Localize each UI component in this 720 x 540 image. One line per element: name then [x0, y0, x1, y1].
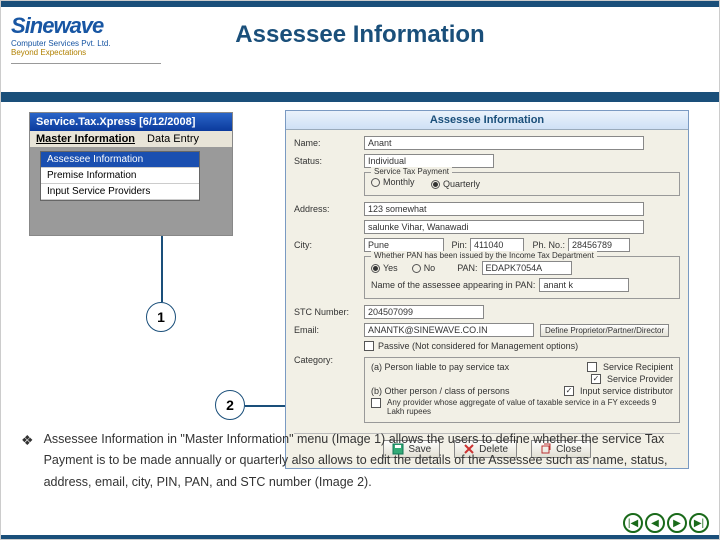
nav-next-button[interactable]: ▶: [667, 513, 687, 533]
address2-field[interactable]: salunke Vihar, Wanawadi: [364, 220, 644, 234]
label-service-provider: Service Provider: [607, 374, 673, 384]
stc-field[interactable]: 204507099: [364, 305, 484, 319]
checkbox-service-recipient[interactable]: [587, 362, 597, 372]
callout-line-1: [161, 236, 163, 302]
assessee-info-dialog: Assessee Information Name: Anant Status:…: [285, 110, 689, 469]
callout-1: 1: [146, 302, 176, 332]
bullet-icon: ❖: [21, 429, 34, 493]
legend-pan: Whether PAN has been issued by the Incom…: [371, 251, 597, 260]
nav-last-button[interactable]: ▶|: [689, 513, 709, 533]
callout-line-2: [245, 405, 285, 407]
slide-nav: |◀ ◀ ▶ ▶|: [623, 513, 709, 533]
email-field[interactable]: ANANTK@SINEWAVE.CO.IN: [364, 323, 534, 337]
label-email: Email:: [294, 325, 364, 335]
dialog-title: Assessee Information: [286, 111, 688, 130]
label-passive: Passive (Not considered for Management o…: [378, 341, 578, 351]
name-field[interactable]: Anant: [364, 136, 644, 150]
submenu: Assessee Information Premise Information…: [40, 151, 200, 201]
define-button[interactable]: Define Proprietor/Partner/Director: [540, 324, 669, 337]
description-body: Assessee Information in "Master Informat…: [44, 429, 701, 493]
label-stc: STC Number:: [294, 307, 364, 317]
pan-name-field[interactable]: anant k: [539, 278, 629, 292]
menubar: Master Information Data Entry: [30, 131, 232, 147]
radio-monthly[interactable]: Monthly: [371, 177, 415, 187]
menu-master-information[interactable]: Master Information: [36, 133, 135, 145]
label-address: Address:: [294, 204, 364, 214]
menu-data-entry[interactable]: Data Entry: [147, 133, 199, 145]
checkbox-isd[interactable]: ✓: [564, 386, 574, 396]
label-phno: Ph. No.:: [524, 240, 568, 250]
label-pin: Pin:: [444, 240, 470, 250]
address-field[interactable]: 123 somewhat: [364, 202, 644, 216]
label-cat-a: (a) Person liable to pay service tax: [371, 362, 581, 372]
radio-pan-no[interactable]: No: [412, 263, 436, 273]
pan-field[interactable]: EDAPK7054A: [482, 261, 572, 275]
radio-pan-yes[interactable]: Yes: [371, 263, 398, 273]
label-isd: Input service distributor: [580, 386, 673, 396]
logo: Sinewave Computer Services Pvt. Ltd. Bey…: [11, 11, 161, 64]
label-cat-b: (b) Other person / class of persons: [371, 386, 558, 396]
label-name: Name:: [294, 138, 364, 148]
label-pan: PAN:: [457, 263, 477, 273]
label-city: City:: [294, 240, 364, 250]
legend-service-tax-payment: Service Tax Payment: [371, 167, 452, 176]
menuitem-input-service-providers[interactable]: Input Service Providers: [41, 184, 199, 200]
page-title: Assessee Information: [235, 21, 484, 49]
checkbox-cat-c[interactable]: [371, 398, 381, 408]
label-pan-name: Name of the assessee appearing in PAN:: [371, 280, 535, 290]
status-field[interactable]: Individual: [364, 154, 494, 168]
pin-field[interactable]: 411040: [470, 238, 524, 252]
label-category: Category:: [294, 355, 364, 365]
checkbox-passive[interactable]: [364, 341, 374, 351]
logo-subtitle-2: Beyond Expectations: [11, 48, 161, 57]
app-window: Service.Tax.Xpress [6/12/2008] Master In…: [29, 112, 233, 236]
city-field[interactable]: Pune: [364, 238, 444, 252]
menuitem-assessee-information[interactable]: Assessee Information: [41, 152, 199, 168]
label-status: Status:: [294, 156, 364, 166]
label-cat-c: Any provider whose aggregate of value of…: [387, 398, 673, 416]
description-text: ❖ Assessee Information in "Master Inform…: [21, 429, 701, 493]
checkbox-service-provider[interactable]: ✓: [591, 374, 601, 384]
phno-field[interactable]: 28456789: [568, 238, 630, 252]
logo-name: Sinewave: [11, 13, 161, 39]
logo-subtitle-1: Computer Services Pvt. Ltd.: [11, 39, 161, 48]
nav-prev-button[interactable]: ◀: [645, 513, 665, 533]
menuitem-premise-information[interactable]: Premise Information: [41, 168, 199, 184]
label-service-recipient: Service Recipient: [603, 362, 673, 372]
window-titlebar: Service.Tax.Xpress [6/12/2008]: [30, 113, 232, 131]
nav-first-button[interactable]: |◀: [623, 513, 643, 533]
callout-2: 2: [215, 390, 245, 420]
radio-quarterly[interactable]: Quarterly: [431, 179, 480, 189]
